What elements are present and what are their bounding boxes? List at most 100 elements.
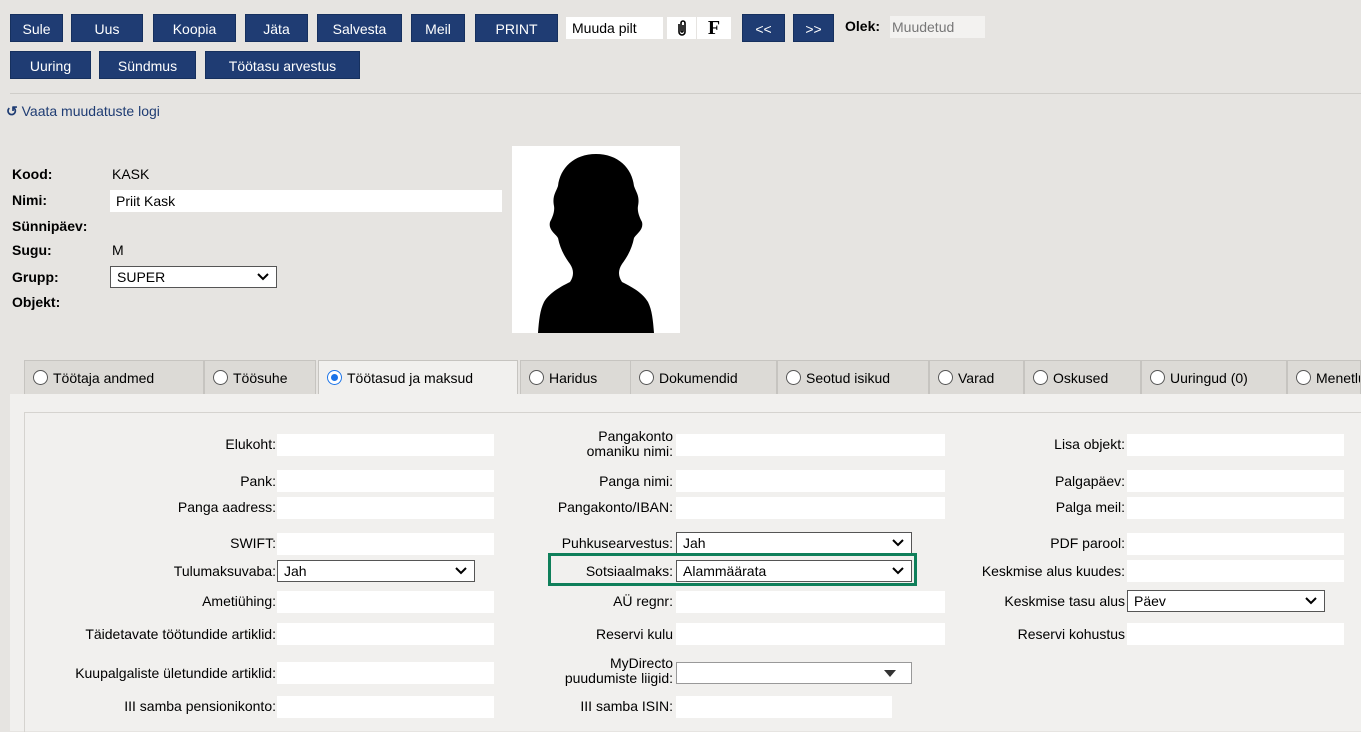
reserve-liability-input[interactable]: [1127, 623, 1344, 645]
tab-label: Oskused: [1053, 370, 1109, 386]
tab-assets[interactable]: Varad: [929, 360, 1024, 394]
tab-employment[interactable]: Töösuhe: [204, 360, 316, 394]
tab-education[interactable]: Haridus: [520, 360, 632, 394]
change-picture-button[interactable]: Muuda pilt: [566, 17, 663, 39]
gender-value: M: [112, 242, 124, 258]
radio-icon: [1033, 370, 1048, 385]
overtime-articles-label: Kuupalgaliste ületundide artiklid:: [75, 665, 276, 681]
tab-documents[interactable]: Dokumendid: [630, 360, 777, 394]
working-hours-articles-label: Täidetavate töötundide artiklid:: [85, 626, 276, 642]
salary-email-label: Palga meil:: [1055, 499, 1125, 515]
extra-object-label: Lisa objekt:: [1054, 436, 1125, 452]
vacation-calc-value: Jah: [683, 535, 706, 551]
union-regnr-input[interactable]: [676, 591, 945, 613]
close-button[interactable]: Sule: [10, 14, 63, 42]
income-tax-free-select[interactable]: Jah: [277, 560, 475, 582]
pdf-password-label: PDF parool:: [1050, 535, 1125, 551]
copy-button[interactable]: Koopia: [153, 14, 236, 42]
previous-button[interactable]: <<: [742, 14, 785, 42]
tab-label: Dokumendid: [659, 370, 738, 386]
reserve-cost-input[interactable]: [676, 623, 945, 645]
radio-icon: [1296, 370, 1311, 385]
change-log-link[interactable]: ↺ Vaata muudatuste logi: [6, 103, 160, 120]
absence-types-select[interactable]: [676, 662, 912, 684]
survey-button[interactable]: Uuring: [10, 51, 91, 79]
tab-wages-and-taxes[interactable]: Töötasud ja maksud: [318, 360, 518, 396]
bank-input[interactable]: [277, 470, 494, 492]
account-owner-input[interactable]: [676, 434, 945, 456]
chevron-down-icon: [1305, 597, 1317, 605]
income-tax-free-value: Jah: [284, 563, 307, 579]
print-button[interactable]: PRINT: [475, 14, 558, 42]
mail-button[interactable]: Meil: [411, 14, 465, 42]
tab-label: Töösuhe: [233, 370, 288, 386]
vacation-calc-label: Puhkusearvestus:: [561, 535, 673, 551]
union-regnr-label: AÜ regnr:: [613, 593, 673, 609]
tab-employee-data[interactable]: Töötaja andmed: [24, 360, 204, 394]
save-button[interactable]: Salvesta: [317, 14, 402, 42]
f-button[interactable]: F: [697, 17, 731, 39]
tab-label: Uuringud (0): [1170, 370, 1248, 386]
discard-button[interactable]: Jäta: [245, 14, 308, 42]
trade-union-input[interactable]: [277, 591, 494, 613]
payday-input[interactable]: [1127, 470, 1344, 492]
code-label: Kood:: [12, 166, 53, 182]
chevron-down-icon: [892, 539, 904, 547]
bank-name-input[interactable]: [676, 470, 945, 492]
name-input[interactable]: Priit Kask: [110, 190, 502, 212]
avg-base-months-label: Keskmise alus kuudes:: [981, 563, 1125, 579]
account-owner-label: Pangakonto omaniku nimi:: [586, 428, 673, 459]
tab-surveys[interactable]: Uuringud (0): [1141, 360, 1287, 394]
birthday-label: Sünnipäev:: [12, 218, 88, 234]
working-hours-articles-input[interactable]: [277, 623, 494, 645]
vacation-calc-select[interactable]: Jah: [676, 532, 912, 554]
event-button[interactable]: Sündmus: [99, 51, 196, 79]
caret-down-icon: [884, 670, 896, 677]
radio-icon: [786, 370, 801, 385]
group-select-value: SUPER: [117, 269, 166, 285]
code-value: KASK: [112, 166, 150, 182]
radio-icon: [213, 370, 228, 385]
avg-pay-base-select[interactable]: Päev: [1127, 590, 1325, 612]
name-label: Nimi:: [12, 192, 47, 208]
bank-address-input[interactable]: [277, 497, 494, 519]
tab-label: Varad: [958, 370, 995, 386]
group-select[interactable]: SUPER: [110, 266, 277, 288]
residence-label: Elukoht:: [225, 436, 276, 452]
pension-account-label: III samba pensionikonto:: [124, 698, 276, 714]
overtime-articles-input[interactable]: [277, 662, 494, 684]
swift-label: SWIFT:: [230, 535, 276, 551]
tab-label: Seotud isikud: [806, 370, 891, 386]
tab-related-persons[interactable]: Seotud isikud: [777, 360, 929, 394]
pdf-password-input[interactable]: [1127, 533, 1344, 555]
tab-label: Töötasud ja maksud: [347, 370, 474, 386]
absence-types-label: MyDirecto puudumiste liigid:: [564, 655, 673, 686]
salary-email-input[interactable]: [1127, 497, 1344, 519]
residence-input[interactable]: [277, 434, 494, 456]
new-button[interactable]: Uus: [71, 14, 143, 42]
iban-input[interactable]: [676, 497, 945, 519]
social-tax-highlight: [548, 553, 917, 586]
reserve-liability-label: Reservi kohustus: [1017, 626, 1125, 642]
swift-input[interactable]: [277, 533, 494, 555]
attachment-icon[interactable]: [667, 17, 696, 39]
avg-pay-base-label: Keskmise tasu alus: [1004, 593, 1125, 609]
bank-name-label: Panga nimi:: [599, 473, 673, 489]
tab-proceedings[interactable]: Menetlused: [1287, 360, 1361, 394]
chevron-down-icon: [257, 273, 269, 281]
isin-label: III samba ISIN:: [580, 698, 673, 714]
state-label: Olek:: [845, 18, 881, 34]
payroll-button[interactable]: Töötasu arvestus: [205, 51, 360, 79]
isin-input[interactable]: [676, 696, 892, 718]
tab-skills[interactable]: Oskused: [1024, 360, 1141, 394]
tab-label: Menetlused: [1316, 370, 1360, 386]
pension-account-input[interactable]: [277, 696, 494, 718]
radio-icon: [639, 370, 654, 385]
income-tax-free-label: Tulumaksuvaba:: [173, 563, 276, 579]
avg-base-months-input[interactable]: [1127, 560, 1344, 582]
extra-object-input[interactable]: [1127, 434, 1344, 456]
avg-pay-base-value: Päev: [1134, 593, 1166, 609]
radio-icon: [33, 370, 48, 385]
next-button[interactable]: >>: [793, 14, 834, 42]
chevron-down-icon: [455, 567, 467, 575]
